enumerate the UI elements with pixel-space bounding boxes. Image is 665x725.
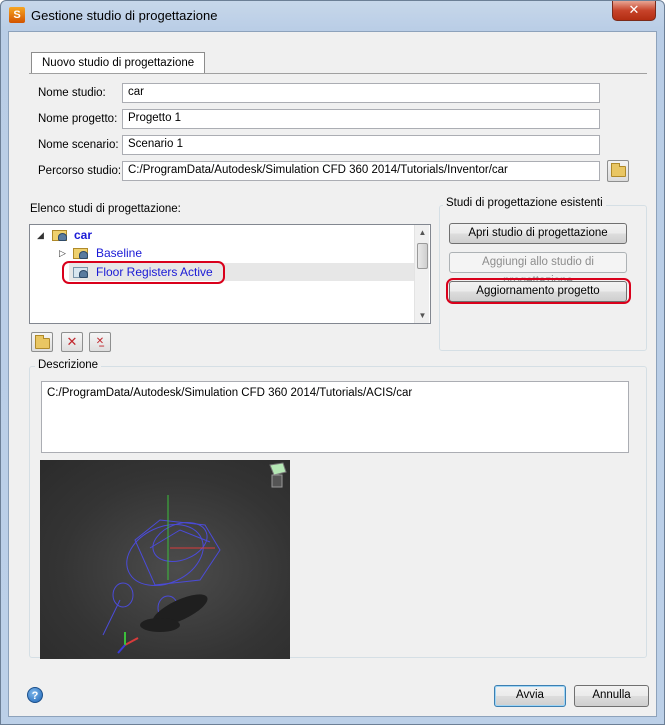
folder-icon <box>35 335 50 349</box>
delete-icon: ✕ <box>66 334 78 349</box>
red-annotation-highlight <box>446 278 631 304</box>
study-path-field[interactable]: C:/ProgramData/Autodesk/Simulation CFD 3… <box>122 161 600 181</box>
design-folder-icon <box>73 245 89 259</box>
browse-folder-button[interactable] <box>607 160 629 182</box>
model-preview-image <box>40 460 290 659</box>
existing-studies-title: Studi di progettazione esistenti <box>443 197 606 209</box>
project-name-label: Nome progetto: <box>38 113 118 125</box>
dialog-window: S Gestione studio di progettazione ✕ Nuo… <box>0 0 665 725</box>
study-name-field[interactable]: car <box>122 83 600 103</box>
red-annotation-highlight <box>62 261 225 284</box>
scenario-name-label: Nome scenario: <box>38 139 119 151</box>
delete-all-button[interactable]: ✕̲ <box>89 332 111 352</box>
close-button[interactable]: ✕ <box>612 1 656 21</box>
delete-all-icon: ✕̲ <box>95 336 105 347</box>
scenario-name-field[interactable]: Scenario 1 <box>122 135 600 155</box>
delete-button[interactable]: ✕ <box>61 332 83 352</box>
tab-divider <box>29 73 647 74</box>
open-study-button[interactable]: Apri studio di progettazione <box>449 223 627 244</box>
study-list-label: Elenco studi di progettazione: <box>30 203 181 215</box>
study-name-label: Nome studio: <box>38 87 106 99</box>
collapse-arrow-icon[interactable]: ▷ <box>59 244 66 262</box>
description-text[interactable]: C:/ProgramData/Autodesk/Simulation CFD 3… <box>41 381 629 453</box>
folder-icon <box>611 163 626 177</box>
cancel-button[interactable]: Annulla <box>574 685 649 707</box>
help-icon[interactable]: ? <box>27 687 43 703</box>
tab-new-study[interactable]: Nuovo studio di progettazione <box>31 52 206 74</box>
description-title: Descrizione <box>35 359 102 371</box>
dialog-client: Nuovo studio di progettazione Nome studi… <box>8 31 657 717</box>
tree-root-label: car <box>74 228 93 242</box>
scroll-up-icon[interactable]: ▲ <box>415 225 430 240</box>
scroll-thumb[interactable] <box>417 243 428 269</box>
app-icon: S <box>9 7 25 23</box>
scroll-down-icon[interactable]: ▼ <box>415 308 430 323</box>
expand-arrow-icon[interactable]: ◢ <box>37 226 44 244</box>
project-name-field[interactable]: Progetto 1 <box>122 109 600 129</box>
tree-scrollbar[interactable]: ▲ ▼ <box>414 225 429 323</box>
window-title: Gestione studio di progettazione <box>31 8 218 23</box>
car-wireframe-icon <box>102 462 287 654</box>
tree-item-label: Baseline <box>96 246 143 260</box>
study-folder-icon <box>52 227 68 241</box>
start-button[interactable]: Avvia <box>494 685 566 707</box>
add-to-study-button[interactable]: Aggiungi allo studio di progettazione <box>449 252 627 287</box>
open-folder-button[interactable] <box>31 332 53 352</box>
titlebar[interactable]: S Gestione studio di progettazione ✕ <box>1 1 664 31</box>
study-path-label: Percorso studio: <box>38 165 122 177</box>
